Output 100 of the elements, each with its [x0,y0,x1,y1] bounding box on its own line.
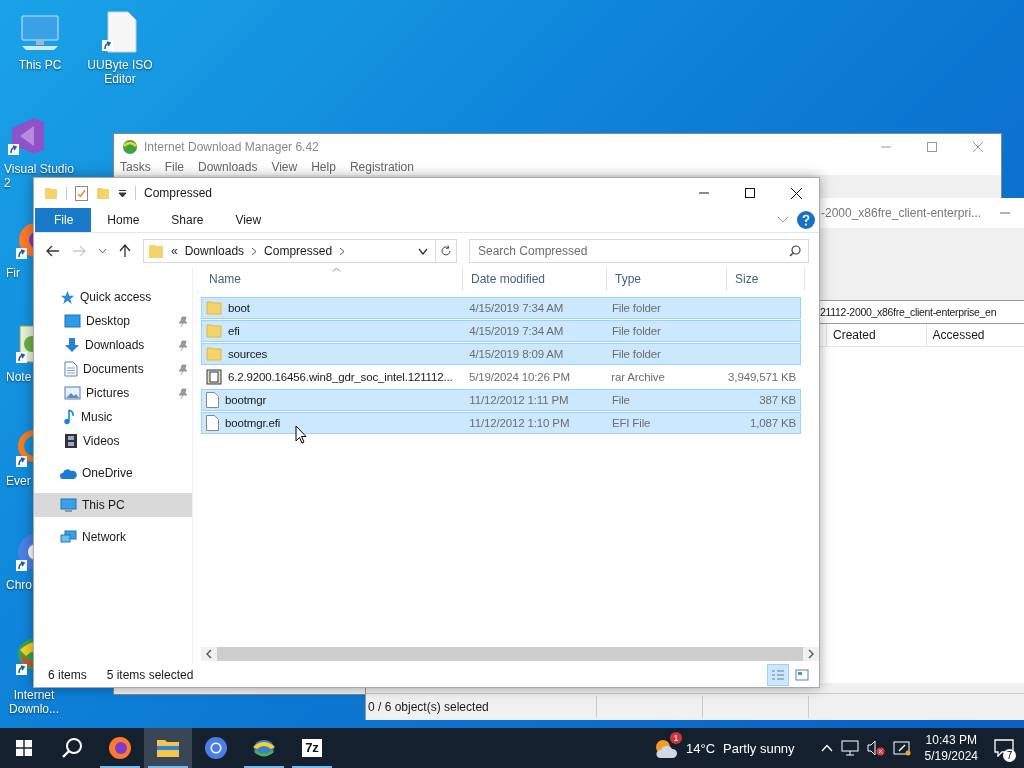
taskbar-button[interactable]: 7z [288,728,336,768]
nav-item[interactable]: Pictures [34,381,192,405]
help-icon[interactable] [797,211,815,229]
table-cell: 1,087 KB [749,417,796,429]
nav-item[interactable]: Desktop [34,309,192,333]
file-row[interactable]: bootmgr.efi 11/12/2012 1:10 PM EFI File 1,087 KB [201,412,801,434]
search-icon [61,737,83,759]
window-title: Compressed [144,186,213,200]
file-row[interactable]: 6.2.9200.16456.win8_gdr_soc_intel.121112... 5/19/2024 10:26 PM rar Archive 3,949,571 KB [201,366,801,388]
pin-icon[interactable] [178,339,188,351]
table-cell-text: 4/15/2019 7:34 AM [468,325,565,337]
table-cell-text: 4/15/2019 7:34 AM [468,302,565,314]
mouse-cursor-icon [295,425,307,444]
table-cell-text: File folder [610,348,662,360]
breadcrumb[interactable]: Compressed [264,244,333,258]
document-icon [64,361,78,377]
ribbon-tab[interactable]: Share [155,208,220,232]
search-field[interactable]: Search Compressed [469,239,809,263]
nav-item[interactable]: Music [34,405,192,429]
windows-logo-icon [16,740,32,756]
nav-item[interactable]: This PC [34,493,192,517]
icon-label: UUByte ISO Editor [86,58,154,86]
fox-globe-icon [108,736,132,760]
star-icon [60,289,75,305]
folder-icon [206,324,222,338]
pin-icon[interactable] [178,363,188,375]
icon-label: Fir [6,266,20,280]
file-row[interactable]: efi 4/15/2019 7:34 AM File folder [201,320,801,342]
table-cell: 387 KB [759,394,796,406]
pin-icon[interactable] [178,315,188,327]
clock[interactable]: 10:43 PM 5/19/2024 [918,732,984,764]
pen-tablet-icon[interactable] [892,740,911,756]
icon-label: Visual Studio 2 [4,162,75,190]
column-header[interactable]: Created [826,324,926,346]
nav-item[interactable]: Network [34,525,192,549]
file-name: sources [228,348,268,360]
chevron-right-icon[interactable] [339,246,346,256]
icon-label: Internet Downlo... [8,688,60,716]
menu-item[interactable]: Downloads [198,160,258,174]
path-field[interactable]: 21112-2000_x86fre_client-enterprise_en [820,300,1024,324]
chevron-up-icon[interactable] [820,744,833,752]
menu-item[interactable]: File [164,160,185,174]
volume-muted-icon[interactable] [866,740,885,756]
menu-item[interactable]: Registration [349,160,414,174]
dropdown-icon[interactable] [118,188,127,198]
notification-button[interactable]: 7 [984,728,1024,768]
search-icon[interactable] [789,245,801,257]
column-header[interactable]: Type [607,267,727,291]
menu-item[interactable]: Tasks [120,160,151,174]
nav-item[interactable]: Quick access [34,285,192,309]
up-arrow-icon[interactable] [119,244,131,258]
file-row[interactable]: sources 4/15/2019 8:09 AM File folder [201,343,801,365]
table-cell-text: File folder [610,325,662,337]
file-name: efi [228,325,240,337]
nav-item[interactable]: OneDrive [34,461,192,485]
chevron-down-icon[interactable] [418,247,428,255]
file-row[interactable]: boot 4/15/2019 7:34 AM File folder [201,297,801,319]
overflow-marker[interactable]: « [171,244,178,258]
table-cell-text: 4/15/2019 8:09 AM [468,348,565,360]
column-header[interactable]: Date modified [463,267,607,291]
file-name: bootmgr [225,394,267,406]
nav-label: Documents [83,362,144,376]
monitor-icon [64,314,81,328]
nav-item[interactable]: Videos [34,429,192,453]
table-cell-text: EFI File [610,417,652,429]
address-bar[interactable]: « Downloads Compressed [143,239,457,263]
status-text: 5 items selected [106,668,194,682]
menu-item[interactable]: View [271,160,298,174]
scrollbar-thumb[interactable] [217,647,803,661]
ribbon-tab[interactable]: Home [91,208,156,232]
network-icon[interactable] [840,740,859,756]
folder-icon [206,301,222,315]
column-header[interactable]: Accessed [925,324,1024,346]
breadcrumb[interactable]: Downloads [184,244,245,258]
nav-item[interactable]: Documents [34,357,192,381]
scroll-left-icon[interactable] [205,649,213,659]
nav-item[interactable]: Downloads [34,333,192,357]
menu-item[interactable]: Help [311,160,336,174]
column-header[interactable]: Name [201,267,463,291]
pin-icon[interactable] [178,387,188,399]
back-arrow-icon[interactable] [46,245,60,257]
round-browser-icon [204,736,228,760]
checklist-icon[interactable] [75,185,88,201]
file-row[interactable]: bootmgr 11/12/2012 1:11 PM File 387 KB [201,389,801,411]
column-header[interactable]: Size [727,267,805,291]
maximize-icon [927,141,937,152]
chevron-right-icon[interactable] [251,246,258,256]
scroll-right-icon[interactable] [807,649,815,659]
ribbon-tab[interactable]: File [35,208,92,232]
window-title: -2000_x86fre_client-enterpri... [820,206,982,220]
download-arrow-icon [64,337,80,353]
count-badge: 7 [1003,749,1016,762]
ribbon-tab[interactable]: View [219,208,278,232]
taskbar-button[interactable] [144,728,192,768]
music-note-icon [64,409,76,425]
weather-button[interactable]: 1 14°C Partly sunny [650,728,821,768]
close-icon [973,141,983,152]
window-title: Internet Download Manager 6.42 [144,139,319,154]
icon-label: Note [6,370,32,384]
nav-label: Music [81,410,113,424]
